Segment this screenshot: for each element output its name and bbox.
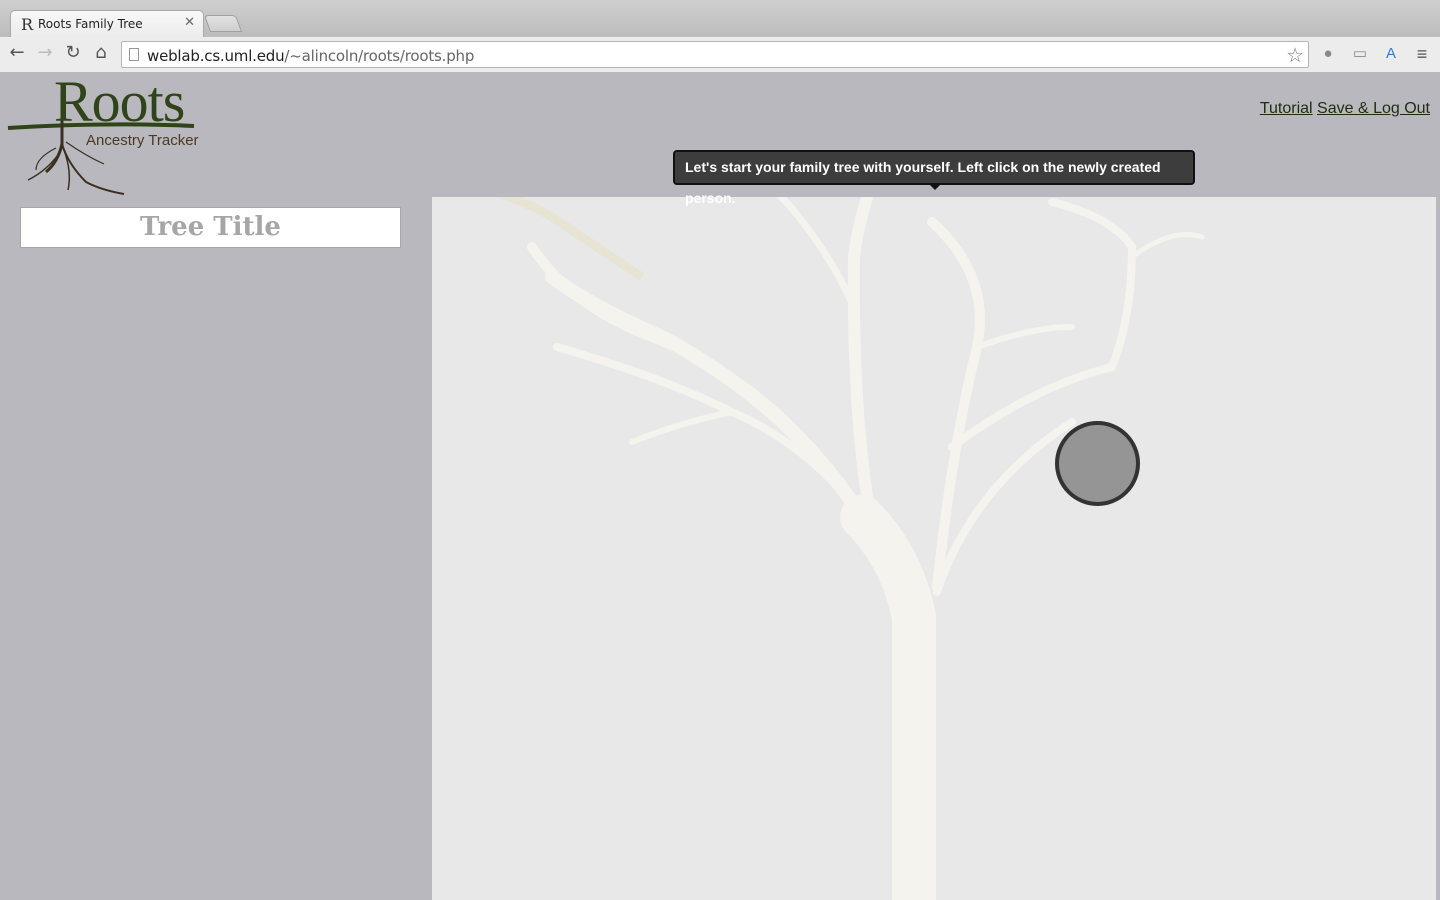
browser-toolbar: ← → ↻ ⌂ weblab.cs.uml.edu/~alincoln/root… <box>0 37 1440 72</box>
save-logout-link[interactable]: Save & Log Out <box>1317 100 1430 117</box>
new-tab-button[interactable] <box>203 15 243 32</box>
favicon-icon: R <box>21 15 34 34</box>
browser-tab[interactable]: R Roots Family Tree ✕ <box>10 10 204 37</box>
roots-logo: Roots Ancestry Tracker <box>6 69 206 196</box>
page-icon <box>129 48 139 61</box>
family-tree-canvas[interactable] <box>432 197 1436 900</box>
tutorial-link[interactable]: Tutorial <box>1260 100 1313 117</box>
cast-icon[interactable]: ▭ <box>1350 44 1370 64</box>
logo-subtitle: Ancestry Tracker <box>86 132 199 149</box>
forward-arrow-icon[interactable]: → <box>34 42 56 64</box>
app-page: Roots Ancestry Tracker Tutorial Save & L… <box>0 69 1440 900</box>
reload-icon[interactable]: ↻ <box>62 42 84 64</box>
url-text: weblab.cs.uml.edu/~alincoln/roots/roots.… <box>147 47 475 65</box>
home-icon[interactable]: ⌂ <box>90 42 112 64</box>
tree-title-input[interactable]: Tree Title <box>20 207 401 248</box>
tab-title: Roots Family Tree <box>38 17 143 31</box>
browser-chrome: R Roots Family Tree ✕ ← → ↻ ⌂ weblab.cs.… <box>0 0 1440 72</box>
tutorial-tooltip: Let's start your family tree with yourse… <box>673 150 1195 206</box>
person-node[interactable] <box>1055 421 1140 506</box>
tooltip-arrow <box>928 183 942 190</box>
logo-title: Roots <box>54 69 185 134</box>
address-bar[interactable]: weblab.cs.uml.edu/~alincoln/roots/roots.… <box>121 41 1309 68</box>
extension-icon[interactable]: ● <box>1318 44 1338 64</box>
header-links: Tutorial Save & Log Out <box>1260 100 1430 118</box>
tab-strip: R Roots Family Tree ✕ <box>0 0 1440 37</box>
star-icon[interactable]: ☆ <box>1286 43 1304 68</box>
back-arrow-icon[interactable]: ← <box>6 42 28 64</box>
tree-background-graphic <box>494 197 1205 900</box>
menu-icon[interactable]: ≡ <box>1412 44 1432 64</box>
translate-icon[interactable]: A <box>1381 44 1401 64</box>
close-tab-icon[interactable]: ✕ <box>184 15 195 30</box>
